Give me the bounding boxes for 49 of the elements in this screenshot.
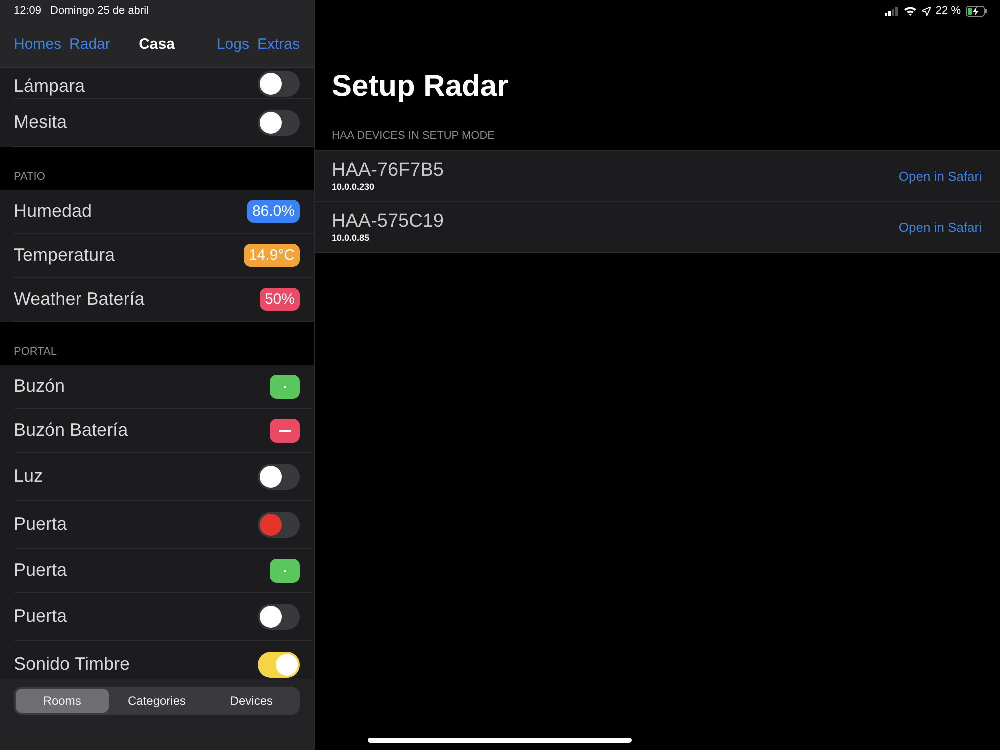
toggle-switch[interactable] bbox=[258, 71, 300, 97]
section-header: PORTAL bbox=[14, 346, 57, 358]
page-title: Setup Radar bbox=[332, 70, 510, 105]
open-in-safari-link[interactable]: Open in Safari bbox=[898, 168, 982, 184]
section-header: PATIO bbox=[14, 171, 46, 183]
value-badge: 14.9°C bbox=[244, 244, 300, 267]
accessory-name: Puerta bbox=[14, 514, 68, 535]
toggle-switch[interactable] bbox=[258, 604, 300, 630]
accessory-name: Luz bbox=[14, 466, 44, 487]
nav-link[interactable]: Radar bbox=[70, 36, 110, 53]
battery-charging-icon bbox=[966, 6, 988, 16]
wifi-icon bbox=[904, 6, 917, 16]
segment-tab[interactable]: Devices bbox=[205, 689, 298, 713]
accessory-name: Buzón bbox=[14, 376, 66, 397]
nav-link[interactable]: Logs bbox=[216, 36, 250, 53]
battery-percent: 22 % bbox=[936, 5, 961, 17]
device-ip: 10.0.0.85 bbox=[332, 233, 371, 243]
location-icon bbox=[922, 6, 931, 16]
nav-link[interactable]: Extras bbox=[258, 36, 300, 53]
accessory-name: Mesita bbox=[14, 112, 68, 133]
toggle-switch[interactable] bbox=[258, 110, 300, 136]
value-badge: 86.0% bbox=[247, 200, 300, 223]
accessory-name: Lámpara bbox=[14, 76, 86, 97]
accessory-name: Sonido Timbre bbox=[14, 654, 130, 675]
accessory-name: Buzón Batería bbox=[14, 420, 128, 441]
status-date: Domingo 25 de abril bbox=[50, 5, 149, 17]
section-header: HAA DEVICES IN SETUP MODE bbox=[332, 130, 496, 142]
device-ip: 10.0.0.230 bbox=[332, 182, 376, 192]
signal-icon bbox=[884, 6, 899, 16]
nav-title: Casa bbox=[139, 36, 175, 53]
dot-indicator-icon[interactable] bbox=[270, 374, 300, 398]
device-name: HAA-575C19 bbox=[332, 211, 444, 233]
nav-link[interactable]: Homes bbox=[14, 36, 62, 53]
accessory-name: Temperatura bbox=[14, 245, 116, 266]
accessory-name: Weather Batería bbox=[14, 289, 145, 310]
toggle-switch[interactable] bbox=[258, 652, 300, 678]
value-badge: 50% bbox=[260, 288, 300, 311]
segment-tab[interactable]: Categories bbox=[110, 689, 204, 713]
status-time: 12:09 bbox=[14, 5, 42, 17]
device-name: HAA-76F7B5 bbox=[332, 160, 444, 182]
segment-tab[interactable]: Rooms bbox=[16, 689, 109, 713]
open-in-safari-link[interactable]: Open in Safari bbox=[898, 220, 982, 234]
accessory-name: Humedad bbox=[14, 201, 92, 222]
minus-indicator-icon[interactable] bbox=[270, 418, 300, 442]
dot-indicator-icon[interactable] bbox=[270, 558, 300, 582]
accessory-name: Puerta bbox=[14, 560, 68, 581]
toggle-switch[interactable] bbox=[258, 512, 300, 538]
accessory-name: Puerta bbox=[14, 606, 68, 627]
toggle-switch[interactable] bbox=[258, 464, 300, 490]
